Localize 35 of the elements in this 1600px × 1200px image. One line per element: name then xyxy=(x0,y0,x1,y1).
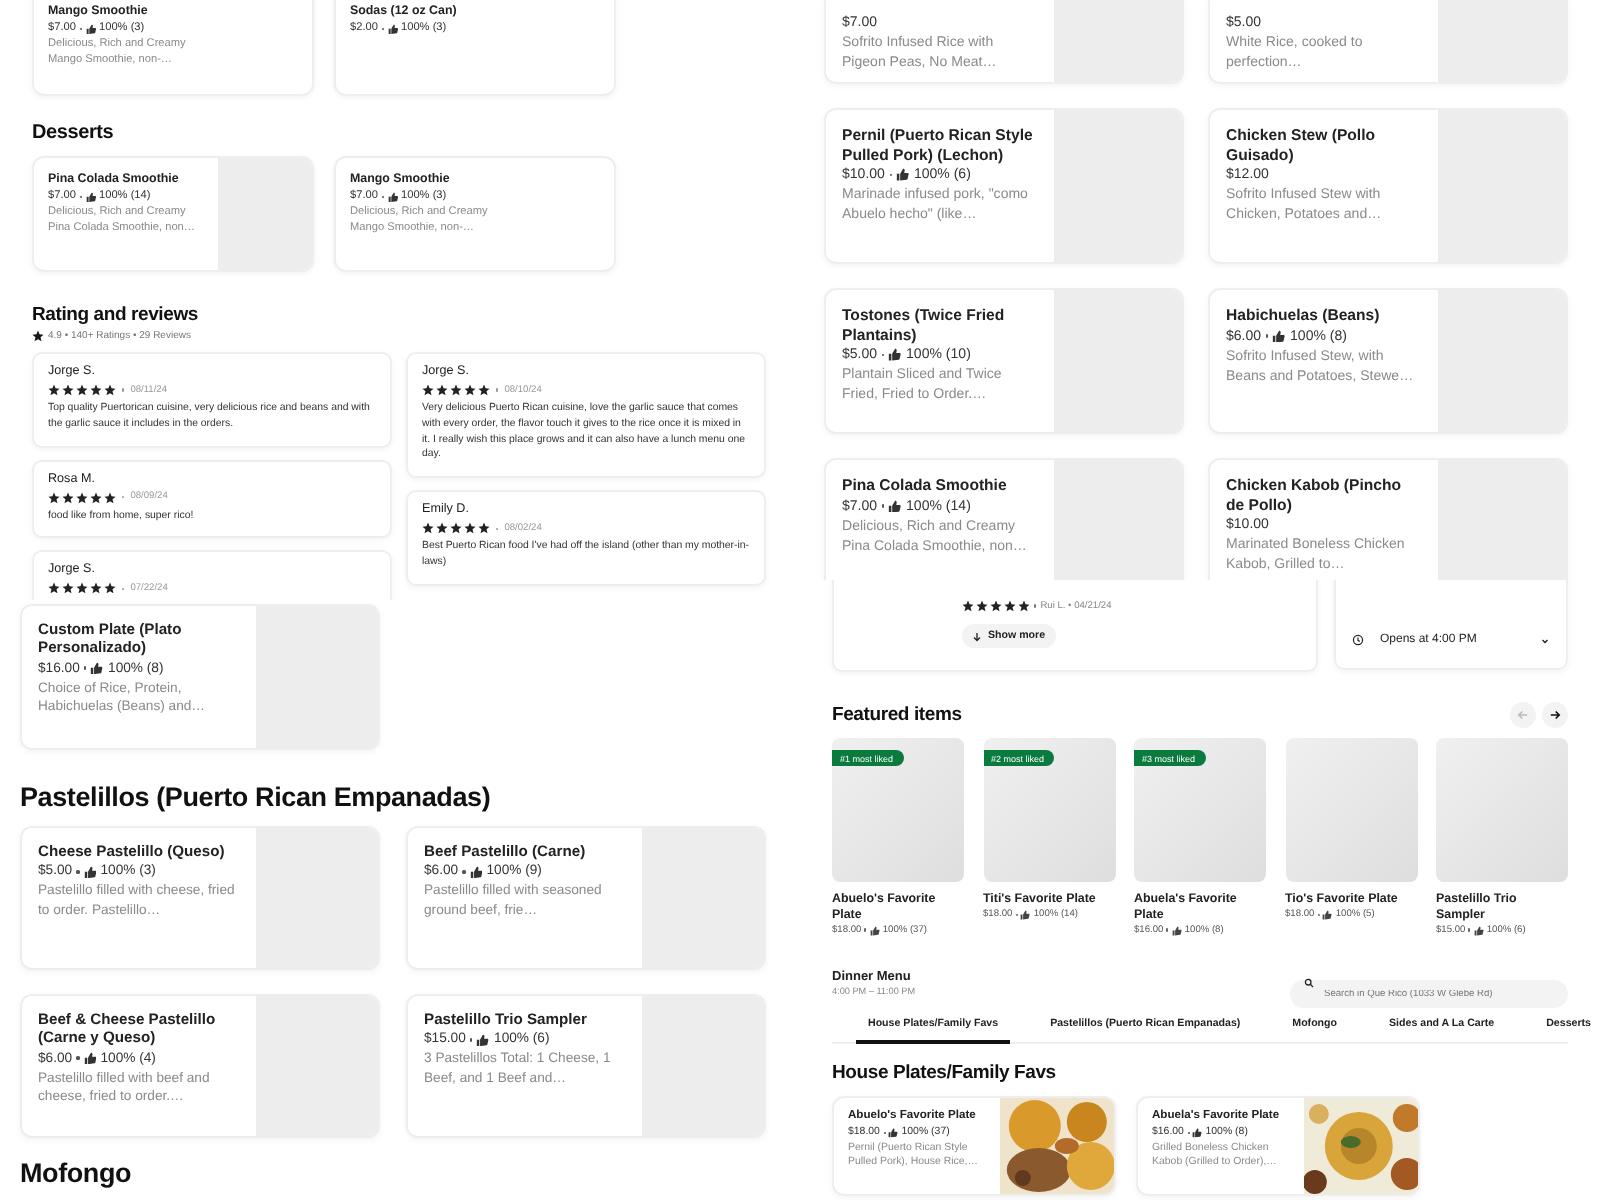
thumbs-up-icon xyxy=(1272,329,1286,343)
section-heading: Rating and reviews xyxy=(32,304,200,326)
next-button[interactable] xyxy=(1542,702,1568,728)
thumbs-up-icon xyxy=(1473,925,1484,935)
thumbs-up-icon xyxy=(469,865,483,879)
arrow-right-icon[interactable] xyxy=(1548,708,1562,722)
thumbs-up-icon xyxy=(387,191,398,202)
thumbs-up-icon xyxy=(1322,909,1333,920)
thumbs-up-icon xyxy=(888,348,902,362)
section-heading: Desserts xyxy=(32,122,116,144)
thumbs-up-icon xyxy=(1171,925,1182,935)
star-icon xyxy=(32,330,44,342)
thumbs-up-icon xyxy=(896,168,910,182)
thumbs-up-icon xyxy=(85,191,96,202)
thumbs-up-icon xyxy=(83,865,97,879)
thumbs-up-icon xyxy=(83,1051,97,1065)
thumbs-up-icon xyxy=(387,23,398,34)
arrow-down-icon xyxy=(972,631,982,641)
section-heading: Pastelillos (Puerto Rican Empanadas) xyxy=(20,782,493,812)
section-heading: House Plates/Family Favs xyxy=(832,1061,1058,1083)
clock-icon xyxy=(1352,634,1364,646)
thumbs-up-icon xyxy=(869,925,880,935)
section-heading: Mofongo xyxy=(20,1158,134,1188)
thumbs-up-icon xyxy=(888,499,902,513)
thumbs-up-icon xyxy=(90,661,104,675)
thumbs-up-icon xyxy=(1192,1127,1203,1138)
thumbs-up-icon xyxy=(476,1033,490,1047)
search-icon xyxy=(1304,978,1314,988)
image-placeholder[interactable] xyxy=(1436,738,1568,882)
chevron-down-icon xyxy=(1540,636,1550,646)
thumbs-up-icon xyxy=(1020,909,1031,920)
thumbs-up-icon xyxy=(85,23,96,34)
thumbs-up-icon xyxy=(888,1127,899,1138)
image-placeholder[interactable] xyxy=(1285,738,1417,882)
section-heading: Featured items xyxy=(832,704,962,726)
